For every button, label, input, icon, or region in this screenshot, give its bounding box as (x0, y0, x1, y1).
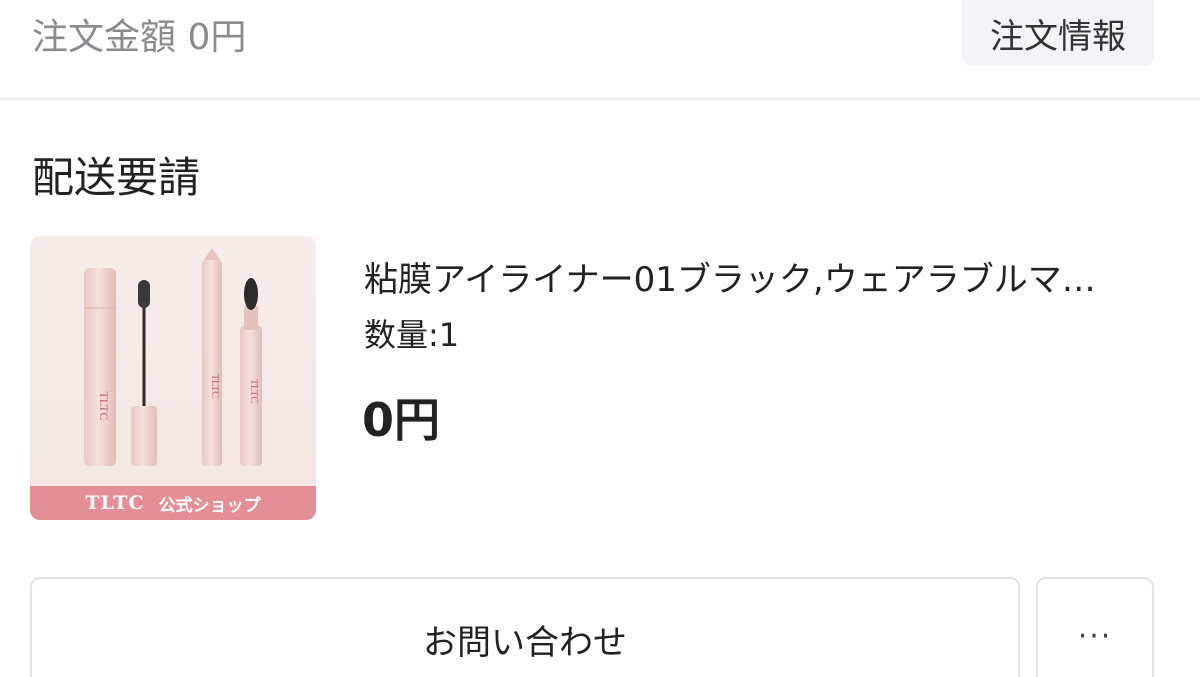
product-illustration: TLTC TLTC TLTC (84, 248, 262, 466)
brow-pen-brand-label: TLTC (248, 379, 259, 403)
ellipsis-icon: ··· (1077, 619, 1113, 654)
order-amount: 注文金額 0円 (32, 17, 247, 58)
section-title: 配送要請 (32, 153, 201, 202)
mascara-tube (84, 268, 116, 466)
product-name[interactable]: 粘膜アイライナー01ブラック,ウェアラブルマ… (364, 252, 1144, 301)
order-detail-page: 注文金額 0円 注文情報 配送要請 TLTC TLTC TLTC TLTC 公式… (0, 0, 1200, 677)
order-info-button[interactable]: 注文情報 (962, 0, 1154, 66)
shop-label: 公式ショップ (158, 495, 261, 516)
order-header: 注文金額 0円 注文情報 (0, 0, 1200, 100)
product-quantity: 数量:1 (364, 316, 460, 354)
contact-button-label: お問い合わせ (423, 623, 627, 663)
brow-brush (244, 278, 258, 310)
official-shop-band: TLTC 公式ショップ (30, 486, 316, 520)
product-image[interactable]: TLTC TLTC TLTC TLTC 公式ショップ (30, 236, 316, 520)
mascara-brand-label: TLTC (97, 392, 111, 421)
eyeliner-brand-label: TLTC (209, 374, 220, 398)
shop-brand: TLTC (85, 492, 145, 514)
mascara-cap (131, 406, 157, 466)
mascara-brush (138, 280, 150, 308)
eyeliner-pencil (202, 260, 222, 466)
more-options-button[interactable]: ··· (1036, 577, 1154, 677)
product-price: 0円 (362, 393, 441, 447)
contact-button[interactable]: お問い合わせ (30, 577, 1020, 677)
